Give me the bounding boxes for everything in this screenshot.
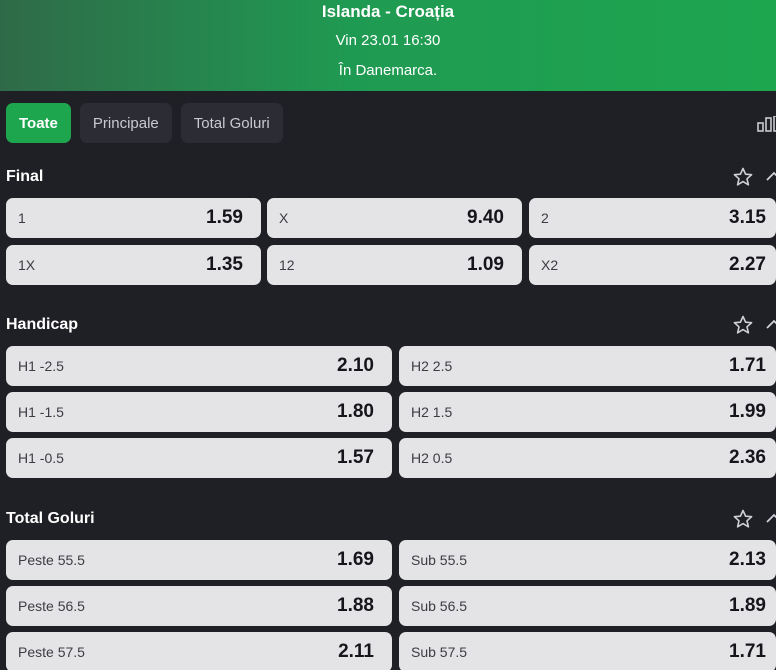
odd-value: 1.69 <box>337 549 374 570</box>
market-tabs: Toate Principale Total Goluri <box>6 103 283 143</box>
odd-button-total-peste-56-5[interactable]: Peste 56.5 1.88 <box>6 586 392 626</box>
odd-button-handicap-h2-0-5[interactable]: H2 0.5 2.36 <box>399 438 776 478</box>
tab-principale[interactable]: Principale <box>79 103 172 143</box>
odd-label: H1 -2.5 <box>18 358 64 374</box>
star-icon[interactable] <box>733 315 753 335</box>
odd-button-final-12[interactable]: 12 1.09 <box>267 245 522 285</box>
odd-button-handicap-h1-minus-0-5[interactable]: H1 -0.5 1.57 <box>6 438 392 478</box>
odd-button-total-peste-57-5[interactable]: Peste 57.5 2.11 <box>6 632 392 670</box>
odd-value: 1.80 <box>337 401 374 422</box>
section-title-total-goluri: Total Goluri <box>6 510 95 527</box>
odd-value: 1.59 <box>206 207 243 228</box>
odd-label: Peste 55.5 <box>18 552 85 568</box>
odd-label: H2 0.5 <box>411 450 453 466</box>
odd-label: H2 2.5 <box>411 358 453 374</box>
odd-value: 2.36 <box>729 447 766 468</box>
odd-label: X <box>279 210 289 226</box>
odd-label: 2 <box>541 210 549 226</box>
match-header: Islanda - Croația Vin 23.01 16:30 În Dan… <box>0 0 776 91</box>
odd-button-final-x[interactable]: X 9.40 <box>267 198 522 238</box>
odd-button-final-1[interactable]: 1 1.59 <box>6 198 261 238</box>
tab-total-goluri[interactable]: Total Goluri <box>180 103 283 143</box>
odd-value: 9.40 <box>467 207 504 228</box>
star-icon[interactable] <box>733 167 753 187</box>
odd-value: 1.71 <box>729 355 766 376</box>
bar-chart-icon[interactable] <box>757 116 776 132</box>
odd-button-final-2[interactable]: 2 3.15 <box>529 198 776 238</box>
odd-button-final-x2[interactable]: X2 2.27 <box>529 245 776 285</box>
odd-value: 1.57 <box>337 447 374 468</box>
match-title: Islanda - Croația <box>321 2 455 21</box>
odd-value: 2.10 <box>337 355 374 376</box>
odd-label: 1X <box>18 257 36 273</box>
odd-button-handicap-h2-1-5[interactable]: H2 1.5 1.99 <box>399 392 776 432</box>
odd-label: Peste 56.5 <box>18 598 85 614</box>
odd-value: 1.09 <box>467 254 504 275</box>
betting-page: Islanda - Croația Vin 23.01 16:30 În Dan… <box>0 0 776 670</box>
odd-value: 1.89 <box>729 595 766 616</box>
odd-button-total-sub-57-5[interactable]: Sub 57.5 1.71 <box>399 632 776 670</box>
odd-label: Sub 56.5 <box>411 598 468 614</box>
odd-value: 2.11 <box>338 641 374 662</box>
odd-button-final-1x[interactable]: 1X 1.35 <box>6 245 261 285</box>
odd-value: 2.13 <box>729 549 766 570</box>
odd-label: Peste 57.5 <box>18 644 85 660</box>
odd-value: 1.35 <box>206 254 243 275</box>
chevron-up-icon[interactable] <box>764 167 776 187</box>
odd-button-handicap-h2-2-5[interactable]: H2 2.5 1.71 <box>399 346 776 386</box>
tab-toate[interactable]: Toate <box>6 103 71 143</box>
star-icon[interactable] <box>733 509 753 529</box>
odd-button-total-peste-55-5[interactable]: Peste 55.5 1.69 <box>6 540 392 580</box>
odd-value: 1.88 <box>337 595 374 616</box>
odd-value: 1.99 <box>729 401 766 422</box>
odd-value: 2.27 <box>729 254 766 275</box>
odd-label: H1 -0.5 <box>18 450 64 466</box>
odd-button-handicap-h1-minus-1-5[interactable]: H1 -1.5 1.80 <box>6 392 392 432</box>
odd-label: Sub 55.5 <box>411 552 468 568</box>
chevron-up-icon[interactable] <box>764 509 776 529</box>
odd-label: X2 <box>541 257 559 273</box>
odd-value: 1.71 <box>729 641 766 662</box>
odd-label: Sub 57.5 <box>411 644 468 660</box>
odd-button-total-sub-55-5[interactable]: Sub 55.5 2.13 <box>399 540 776 580</box>
section-title-handicap: Handicap <box>6 316 79 333</box>
chevron-up-icon[interactable] <box>764 315 776 335</box>
odd-label: 1 <box>18 210 26 226</box>
odd-button-handicap-h1-minus-2-5[interactable]: H1 -2.5 2.10 <box>6 346 392 386</box>
odd-label: H2 1.5 <box>411 404 453 420</box>
odd-label: H1 -1.5 <box>18 404 64 420</box>
odd-label: 12 <box>279 257 295 273</box>
section-title-final: Final <box>6 168 44 185</box>
odd-value: 3.15 <box>729 207 766 228</box>
match-datetime: Vin 23.01 16:30 <box>335 32 441 49</box>
match-venue: În Danemarca. <box>338 62 438 79</box>
odd-button-total-sub-56-5[interactable]: Sub 56.5 1.89 <box>399 586 776 626</box>
